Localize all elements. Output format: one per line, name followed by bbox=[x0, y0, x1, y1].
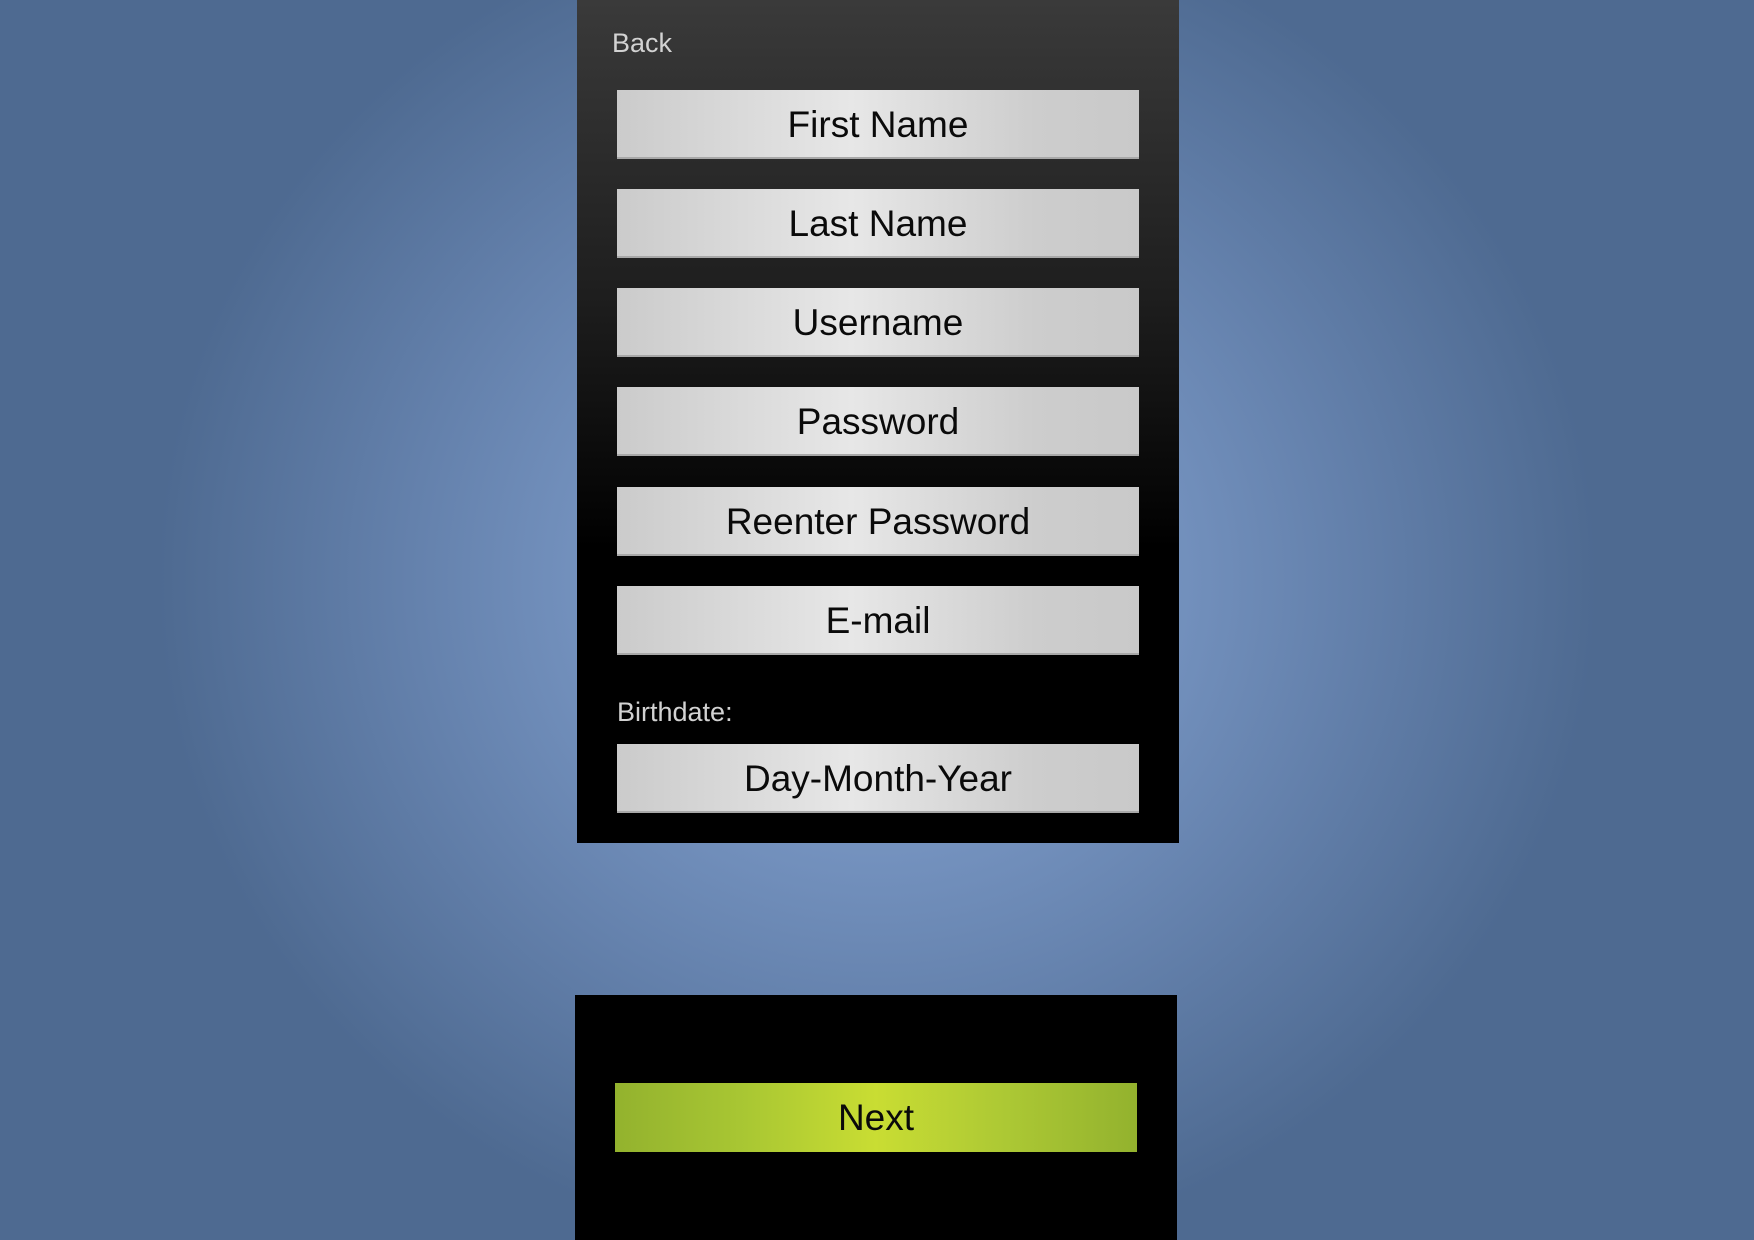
password-input[interactable] bbox=[617, 387, 1139, 456]
next-button[interactable]: Next bbox=[615, 1083, 1137, 1152]
username-input[interactable] bbox=[617, 288, 1139, 357]
back-link[interactable]: Back bbox=[612, 28, 672, 59]
footer-panel: Next bbox=[575, 995, 1177, 1240]
first-name-input[interactable] bbox=[617, 90, 1139, 159]
registration-panel: Back Birthdate: bbox=[577, 0, 1179, 843]
birthdate-label: Birthdate: bbox=[617, 697, 733, 727]
last-name-input[interactable] bbox=[617, 189, 1139, 258]
reenter-password-input[interactable] bbox=[617, 487, 1139, 556]
birthdate-input[interactable] bbox=[617, 744, 1139, 813]
email-input[interactable] bbox=[617, 586, 1139, 655]
